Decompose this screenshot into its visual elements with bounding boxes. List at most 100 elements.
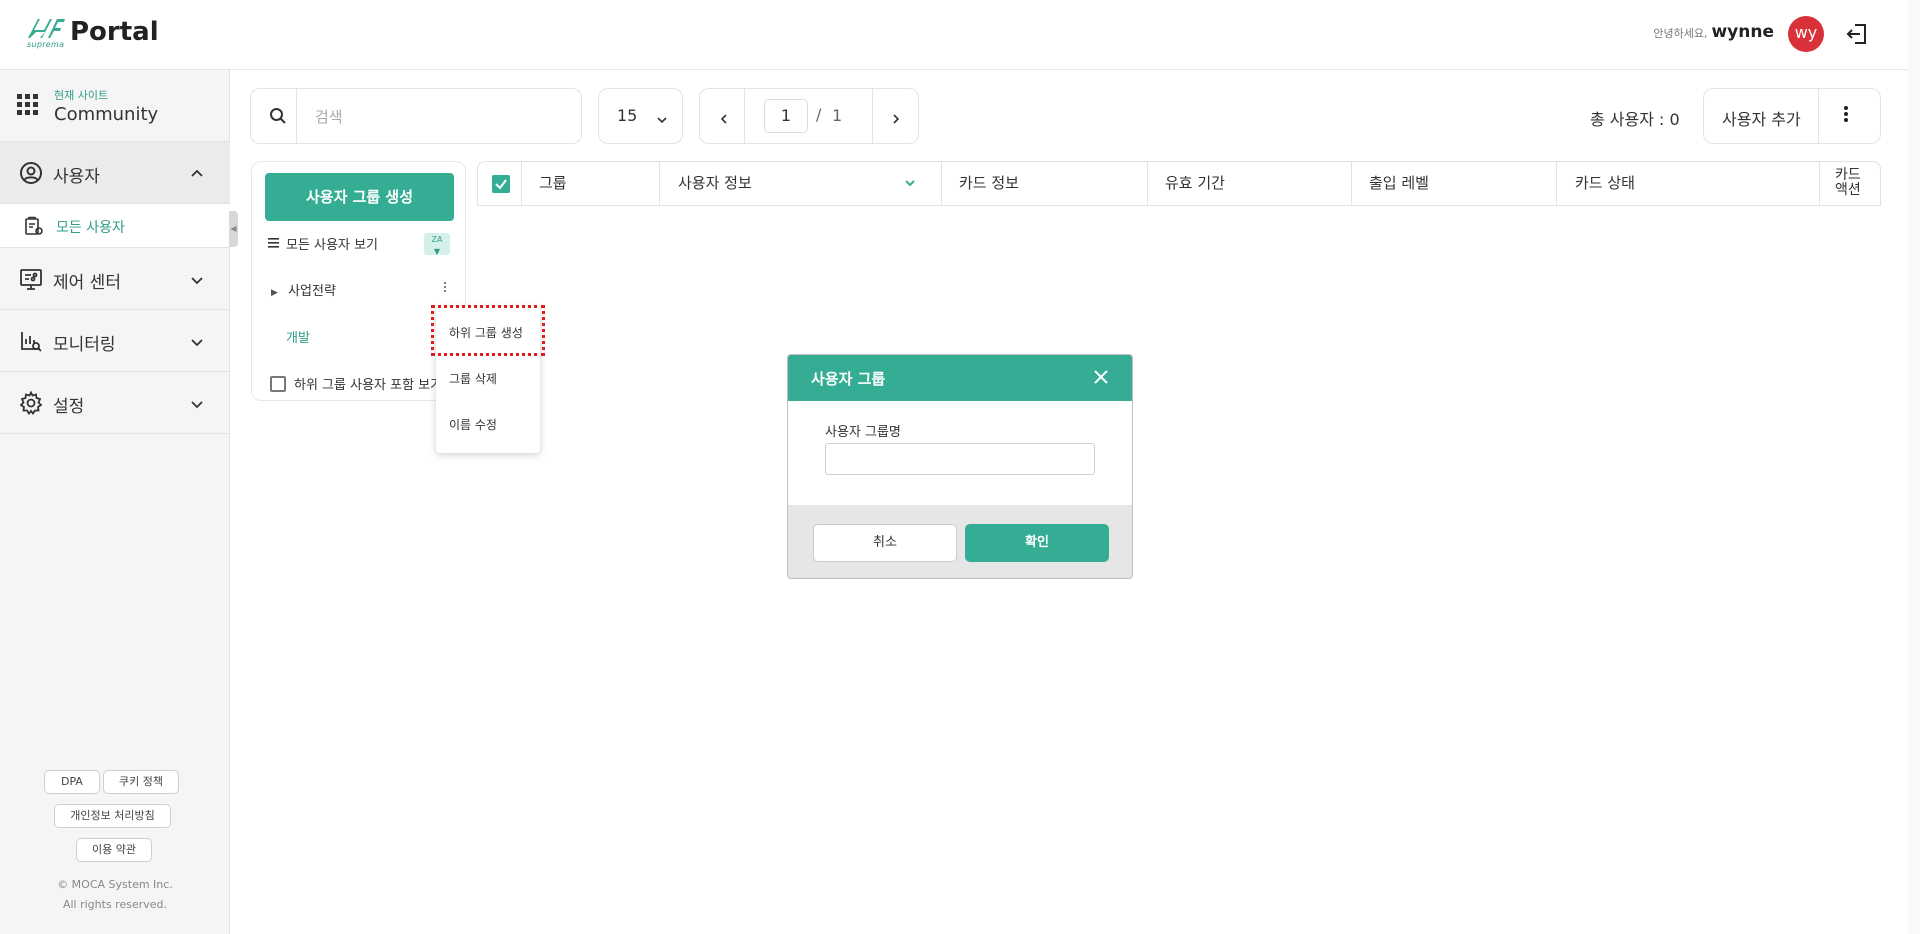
include-subgroups-label: 하위 그룹 사용자 포함 보기 bbox=[294, 378, 443, 393]
user-group-dialog: 사용자 그룹 사용자 그룹명 취소 확인 bbox=[787, 354, 1133, 579]
sidebar-item-label: 설정 bbox=[53, 397, 85, 417]
menu-item-create-subgroup[interactable]: 하위 그룹 생성 bbox=[449, 324, 523, 341]
column-header-validity[interactable]: 유효 기간 bbox=[1165, 162, 1225, 205]
chevron-down-icon bbox=[190, 272, 204, 286]
column-divider bbox=[521, 162, 522, 205]
group-name-input[interactable] bbox=[825, 443, 1095, 475]
total-pages: 1 bbox=[832, 106, 843, 125]
pagination: 1 / 1 bbox=[699, 88, 919, 144]
group-context-menu: 하위 그룹 생성 그룹 삭제 이름 수정 bbox=[436, 306, 540, 453]
column-divider bbox=[1556, 162, 1557, 205]
terms-link[interactable]: 이용 약관 bbox=[76, 838, 152, 862]
username: wynne bbox=[1711, 22, 1774, 42]
search-icon[interactable] bbox=[269, 107, 287, 129]
sidebar-item-label: 사용자 bbox=[53, 167, 100, 187]
clipboard-user-icon bbox=[24, 216, 44, 240]
create-group-button[interactable]: 사용자 그룹 생성 bbox=[265, 173, 454, 221]
control-center-icon bbox=[19, 267, 43, 291]
greeting: 안녕하세요, wynne bbox=[1653, 22, 1774, 42]
page-size-value: 15 bbox=[617, 106, 638, 125]
dialog-header: 사용자 그룹 bbox=[788, 355, 1132, 401]
select-all-checkbox[interactable] bbox=[492, 175, 510, 193]
copyright-line-1: © MOCA System Inc. bbox=[57, 878, 173, 891]
users-table-header: 그룹 사용자 정보 카드 정보 유효 기간 출입 레벨 카드 상태 카드 액션 bbox=[477, 161, 1881, 206]
search-input[interactable] bbox=[315, 105, 565, 129]
gear-icon bbox=[19, 390, 43, 416]
page-separator: / bbox=[816, 105, 822, 124]
sidebar-item-label: 모니터링 bbox=[53, 335, 116, 355]
sidebar-collapse-handle[interactable]: ◀ bbox=[229, 211, 238, 247]
column-divider bbox=[1819, 162, 1820, 205]
site-label: 현재 사이트 bbox=[54, 89, 109, 102]
sidebar-item-control-center[interactable]: 제어 센터 bbox=[0, 248, 230, 310]
avatar[interactable]: wy bbox=[1788, 16, 1824, 52]
sidebar-item-users[interactable]: 사용자 bbox=[0, 142, 230, 204]
current-site[interactable]: 현재 사이트 Community bbox=[0, 70, 230, 142]
grid-icon[interactable] bbox=[17, 94, 39, 120]
search-divider bbox=[296, 89, 297, 143]
monitoring-icon bbox=[19, 329, 43, 353]
sidebar-item-settings[interactable]: 설정 bbox=[0, 372, 230, 434]
column-header-card-info[interactable]: 카드 정보 bbox=[959, 162, 1019, 205]
add-user-button[interactable]: 사용자 추가 bbox=[1722, 106, 1801, 130]
add-user-divider bbox=[1818, 89, 1819, 143]
logo-subtext: suprema bbox=[27, 40, 65, 49]
page-size-select[interactable]: 15 bbox=[598, 88, 683, 144]
pager-divider bbox=[744, 89, 745, 143]
chevron-down-icon[interactable] bbox=[904, 163, 916, 206]
chevron-up-icon bbox=[190, 166, 204, 180]
logout-icon[interactable] bbox=[1845, 22, 1869, 46]
view-all-users[interactable]: 모든 사용자 보기 bbox=[268, 234, 378, 253]
sort-badge-label: ZA bbox=[431, 235, 443, 244]
column-header-group[interactable]: 그룹 bbox=[539, 162, 567, 205]
app-header: suprema Portal 안녕하세요, wynne wy bbox=[0, 0, 1920, 70]
sidebar: 현재 사이트 Community 사용자 모든 사용자 제어 센터 모니터링 설… bbox=[0, 70, 230, 934]
chevron-right-icon[interactable] bbox=[890, 110, 902, 129]
dpa-link[interactable]: DPA bbox=[44, 770, 100, 794]
column-header-user-info[interactable]: 사용자 정보 bbox=[678, 162, 752, 205]
pager-divider bbox=[872, 89, 873, 143]
sidebar-item-monitoring[interactable]: 모니터링 bbox=[0, 310, 230, 372]
search-box bbox=[250, 88, 582, 144]
more-vertical-icon[interactable] bbox=[1844, 105, 1848, 127]
column-divider bbox=[659, 162, 660, 205]
chevron-left-icon[interactable] bbox=[718, 110, 730, 129]
app-logo[interactable]: suprema Portal bbox=[26, 16, 159, 52]
column-header-access-level[interactable]: 출입 레벨 bbox=[1369, 162, 1429, 205]
cookie-policy-link[interactable]: 쿠키 정책 bbox=[103, 770, 179, 794]
chevron-down-icon bbox=[656, 111, 668, 130]
sidebar-subitem-label: 모든 사용자 bbox=[56, 220, 125, 236]
current-page-input[interactable]: 1 bbox=[764, 99, 808, 133]
column-header-card-action[interactable]: 카드 액션 bbox=[1835, 168, 1861, 211]
sidebar-subitem-all-users[interactable]: 모든 사용자 bbox=[0, 204, 230, 248]
user-icon bbox=[19, 161, 43, 185]
list-icon bbox=[268, 238, 279, 248]
logo-mark-icon: suprema bbox=[26, 16, 66, 52]
menu-item-rename[interactable]: 이름 수정 bbox=[449, 416, 497, 433]
include-subgroups-toggle[interactable]: 하위 그룹 사용자 포함 보기 bbox=[270, 374, 442, 393]
group-tree-item-strategy[interactable]: ▶ 사업전략 bbox=[271, 280, 336, 299]
view-all-label: 모든 사용자 보기 bbox=[286, 237, 378, 253]
caret-right-icon: ▶ bbox=[271, 288, 278, 298]
chevron-down-icon bbox=[190, 334, 204, 348]
dialog-body: 사용자 그룹명 bbox=[788, 401, 1132, 505]
add-user-group: 사용자 추가 bbox=[1703, 88, 1881, 144]
column-divider bbox=[1147, 162, 1148, 205]
confirm-button[interactable]: 확인 bbox=[965, 524, 1109, 562]
column-header-card-status[interactable]: 카드 상태 bbox=[1575, 162, 1635, 205]
group-label: 사업전략 bbox=[288, 284, 336, 299]
group-name-label: 사용자 그룹명 bbox=[825, 425, 901, 440]
menu-item-delete-group[interactable]: 그룹 삭제 bbox=[449, 370, 497, 387]
sort-za-icon[interactable]: ZA ▼ bbox=[424, 233, 450, 256]
close-icon[interactable] bbox=[1093, 369, 1109, 389]
sidebar-item-label: 제어 센터 bbox=[53, 273, 121, 293]
site-name: Community bbox=[54, 104, 159, 125]
total-users-count: 총 사용자 : 0 bbox=[1590, 110, 1680, 129]
cancel-button[interactable]: 취소 bbox=[813, 524, 957, 562]
group-tree-item-dev[interactable]: 개발 bbox=[286, 327, 310, 346]
logo-text: Portal bbox=[70, 17, 159, 47]
privacy-policy-link[interactable]: 개인정보 처리방침 bbox=[54, 804, 171, 828]
more-vertical-icon[interactable] bbox=[443, 279, 447, 293]
include-subgroups-checkbox[interactable] bbox=[270, 375, 286, 392]
page-scrollbar[interactable] bbox=[1908, 0, 1920, 934]
